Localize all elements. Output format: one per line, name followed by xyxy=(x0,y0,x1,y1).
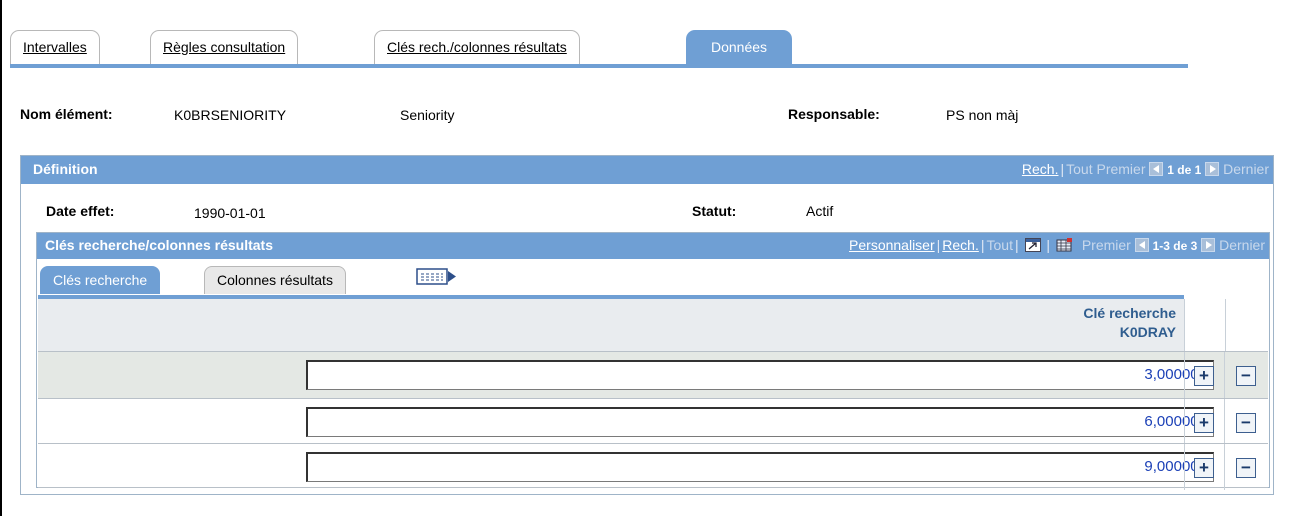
dernier-link[interactable]: Dernier xyxy=(1219,237,1265,253)
column-header-accent xyxy=(38,295,1184,299)
cell-divider xyxy=(1224,352,1225,398)
tab-cles-rech-colonnes-resultats[interactable]: Clés rech./colonnes résultats xyxy=(374,30,580,64)
cell-divider xyxy=(1184,444,1185,490)
tab-label: Clés rech./colonnes résultats xyxy=(387,39,567,55)
column-header-line2: K0DRAY xyxy=(1119,324,1176,340)
row-count: 1 de 1 xyxy=(1167,163,1202,177)
delete-row-button[interactable]: − xyxy=(1236,366,1256,386)
grid-nav: Personnaliser | Rech. | Tout | | Premier 1-3 … xyxy=(849,237,1265,253)
add-row-button[interactable]: + xyxy=(1194,458,1214,478)
responsable-label: Responsable: xyxy=(788,106,880,122)
cell-divider xyxy=(1225,299,1226,351)
window-left-border xyxy=(0,0,2,516)
tab-intervalles[interactable]: Intervalles xyxy=(10,30,100,64)
tab-donnees[interactable]: Données xyxy=(686,30,793,64)
previous-arrow-icon[interactable] xyxy=(1149,162,1164,176)
tab-label: Données xyxy=(711,39,768,55)
definition-nav: Rech. | Tout Premier 1 de 1 Dernier xyxy=(1022,161,1269,177)
cell-divider xyxy=(1224,444,1225,490)
tab-cles-recherche[interactable]: Clés recherche xyxy=(40,266,161,294)
cell-divider xyxy=(1184,399,1185,445)
premier-link[interactable]: Premier xyxy=(1096,161,1145,177)
nav-separator: | xyxy=(1046,237,1051,253)
date-effet-value: 1990-01-01 xyxy=(194,205,266,221)
definition-title: Définition xyxy=(33,161,98,177)
search-key-input[interactable]: 6,000000 xyxy=(306,407,1214,437)
table-row: 6,000000 + − xyxy=(38,398,1268,445)
nom-element-description: Seniority xyxy=(400,107,455,123)
personnaliser-link[interactable]: Personnaliser xyxy=(849,237,935,253)
statut-value: Actif xyxy=(806,203,834,219)
nav-separator: | xyxy=(980,237,985,253)
tab-colonnes-resultats[interactable]: Colonnes résultats xyxy=(204,266,346,294)
add-row-button[interactable]: + xyxy=(1194,413,1214,433)
next-arrow-icon[interactable] xyxy=(1205,162,1220,176)
download-grid-icon[interactable] xyxy=(1056,238,1072,252)
tab-label: Intervalles xyxy=(23,39,87,55)
tab-label: Colonnes résultats xyxy=(217,272,333,288)
rech-link[interactable]: Rech. xyxy=(1022,161,1059,177)
date-effet-label: Date effet: xyxy=(46,203,115,219)
grid-title: Clés recherche/colonnes résultats xyxy=(45,237,273,253)
responsable-value: PS non màj xyxy=(946,107,1019,123)
tout-link[interactable]: Tout xyxy=(1066,161,1092,177)
show-all-columns-icon[interactable] xyxy=(416,267,458,287)
statut-label: Statut: xyxy=(692,203,737,219)
dernier-link[interactable]: Dernier xyxy=(1223,161,1269,177)
column-header-cle-recherche: Clé recherche K0DRAY xyxy=(976,304,1176,342)
cell-divider xyxy=(1184,352,1185,398)
nom-element-label: Nom élément: xyxy=(20,106,113,122)
rech-link[interactable]: Rech. xyxy=(942,237,979,253)
zoom-icon[interactable] xyxy=(1024,238,1041,252)
tout-link[interactable]: Tout xyxy=(987,237,1013,253)
delete-row-button[interactable]: − xyxy=(1236,458,1256,478)
nav-separator: | xyxy=(1060,161,1065,177)
tab-bar-underline xyxy=(10,64,1188,68)
column-header-action-cells xyxy=(1184,299,1268,351)
nom-element-code: K0BRSENIORITY xyxy=(174,107,287,123)
next-arrow-icon[interactable] xyxy=(1201,238,1216,252)
tab-label: Règles consultation xyxy=(163,39,286,55)
delete-row-button[interactable]: − xyxy=(1236,413,1256,433)
definition-header: Définition Rech. | Tout Premier 1 de 1 Der… xyxy=(21,156,1273,184)
grid-header: Clés recherche/colonnes résultats Person… xyxy=(37,233,1269,259)
previous-arrow-icon[interactable] xyxy=(1134,238,1149,252)
tab-label: Clés recherche xyxy=(53,272,148,288)
search-key-input[interactable]: 9,000000 xyxy=(306,452,1214,482)
cell-divider xyxy=(1224,399,1225,445)
table-row: 9,000000 + − xyxy=(38,443,1268,490)
premier-link[interactable]: Premier xyxy=(1076,237,1131,253)
table-row: 3,000000 + − xyxy=(38,351,1268,398)
row-count: 1-3 de 3 xyxy=(1152,239,1198,253)
search-key-input[interactable]: 3,000000 xyxy=(306,360,1214,390)
add-row-button[interactable]: + xyxy=(1194,366,1214,386)
tab-regles-consultation[interactable]: Règles consultation xyxy=(150,30,299,64)
column-header-line1: Clé recherche xyxy=(1083,305,1176,321)
nav-separator: | xyxy=(1014,237,1019,253)
